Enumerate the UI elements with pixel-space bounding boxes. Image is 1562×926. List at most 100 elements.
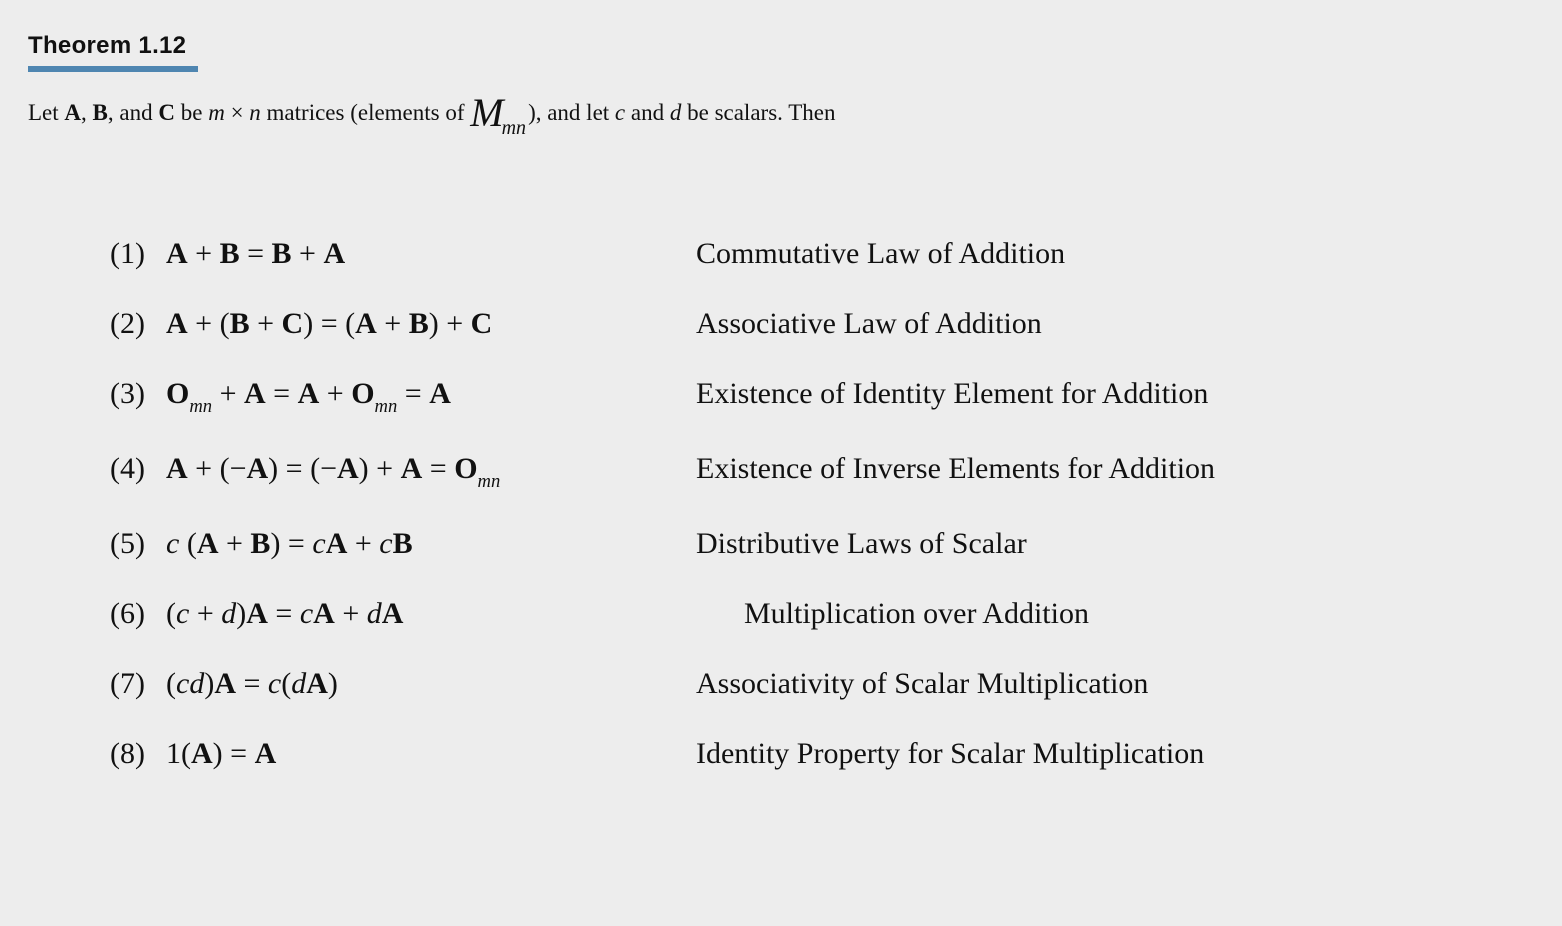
set-Mmn: Mmn (470, 102, 528, 137)
sym-c: c (176, 597, 189, 630)
sym-A: A (382, 597, 404, 630)
property-row-3: (3) Omn + A = A + Omn = A Existence of I… (110, 377, 1534, 416)
sym-A: A (247, 452, 269, 485)
sym-B: B (230, 307, 250, 340)
sym-C: C (471, 307, 493, 340)
op: ) + (429, 307, 471, 340)
op: ) = ( (303, 307, 355, 340)
matrix-C: C (158, 100, 175, 125)
property-name: Commutative Law of Addition (696, 237, 1534, 271)
accent-rule (28, 66, 198, 72)
op: = (422, 452, 454, 485)
intro-text-fragment: be (175, 100, 208, 125)
op: ( (166, 597, 176, 630)
op: + (189, 597, 221, 630)
op: + (212, 377, 244, 410)
op: 1( (166, 737, 191, 770)
op: + (347, 527, 379, 560)
subscript-mn: mn (478, 471, 501, 492)
property-number: (8) (110, 737, 166, 771)
sym-A: A (244, 377, 266, 410)
scalar-d: d (670, 100, 682, 125)
sym-A: A (355, 307, 377, 340)
op: ( (281, 667, 291, 700)
op: + (188, 237, 220, 270)
property-equation: 1(A) = A (166, 737, 696, 771)
property-number: (2) (110, 307, 166, 341)
op: ) = (270, 527, 312, 560)
property-name: Existence of Identity Element for Additi… (696, 377, 1534, 411)
op: ( (179, 527, 197, 560)
property-row-5: (5) c (A + B) = cA + cB Distributive Law… (110, 527, 1534, 561)
sym-A: A (429, 377, 451, 410)
sym-d: d (291, 667, 306, 700)
set-M-glyph: M (470, 90, 503, 135)
intro-text-fragment: be scalars. Then (681, 100, 835, 125)
property-name: Multiplication over Addition (696, 597, 1534, 631)
properties-list: (1) A + B = B + A Commutative Law of Add… (110, 237, 1534, 771)
op: ) = (− (268, 452, 337, 485)
sym-A: A (326, 527, 348, 560)
scalar-c: c (615, 100, 625, 125)
property-equation: Omn + A = A + Omn = A (166, 377, 696, 416)
op: ) (204, 667, 214, 700)
sym-A: A (246, 597, 268, 630)
op: = (268, 597, 300, 630)
property-row-2: (2) A + (B + C) = (A + B) + C Associativ… (110, 307, 1534, 341)
property-equation: A + (−A) = (−A) + A = Omn (166, 452, 696, 491)
property-number: (1) (110, 237, 166, 271)
property-equation: c (A + B) = cA + cB (166, 527, 696, 561)
property-number: (6) (110, 597, 166, 631)
property-number: (3) (110, 377, 166, 411)
sym-A: A (255, 737, 277, 770)
sym-C: C (282, 307, 304, 340)
sym-B: B (272, 237, 292, 270)
sym-A: A (337, 452, 359, 485)
intro-text-fragment: , (81, 100, 93, 125)
matrix-A: A (64, 100, 81, 125)
sym-A: A (166, 237, 188, 270)
op: ) (328, 667, 338, 700)
sym-A: A (323, 237, 345, 270)
intro-text-fragment: , and (108, 100, 158, 125)
property-row-6: (6) (c + d)A = cA + dA Multiplication ov… (110, 597, 1534, 631)
property-number: (7) (110, 667, 166, 701)
op: ) + (359, 452, 401, 485)
property-name: Existence of Inverse Elements for Additi… (696, 452, 1534, 486)
intro-text-fragment: matrices (elements of (261, 100, 470, 125)
sym-O: O (351, 377, 374, 410)
times-symbol: × (225, 100, 249, 125)
intro-text-fragment: Let (28, 100, 64, 125)
property-name: Associative Law of Addition (696, 307, 1534, 341)
op: = (266, 377, 298, 410)
sym-B: B (409, 307, 429, 340)
sym-A: A (214, 667, 236, 700)
set-M-subscript: mn (502, 117, 526, 139)
sym-A: A (166, 452, 188, 485)
op: ) = (213, 737, 255, 770)
property-number: (5) (110, 527, 166, 561)
property-number: (4) (110, 452, 166, 486)
op: ) (236, 597, 246, 630)
op: + (219, 527, 251, 560)
sym-d: d (367, 597, 382, 630)
op: + (292, 237, 324, 270)
property-name: Distributive Laws of Scalar (696, 527, 1534, 561)
sym-O: O (166, 377, 189, 410)
op: + ( (188, 307, 230, 340)
property-row-1: (1) A + B = B + A Commutative Law of Add… (110, 237, 1534, 271)
op: + (319, 377, 351, 410)
sym-A: A (298, 377, 320, 410)
sym-A: A (401, 452, 423, 485)
op: + (250, 307, 282, 340)
op: = (397, 377, 429, 410)
sym-A: A (313, 597, 335, 630)
sym-A: A (191, 737, 213, 770)
intro-text-fragment: and (625, 100, 670, 125)
property-row-4: (4) A + (−A) = (−A) + A = Omn Existence … (110, 452, 1534, 491)
sym-c: c (300, 597, 313, 630)
sym-d: d (221, 597, 236, 630)
op: + (− (188, 452, 247, 485)
sym-A: A (197, 527, 219, 560)
op: + (377, 307, 409, 340)
